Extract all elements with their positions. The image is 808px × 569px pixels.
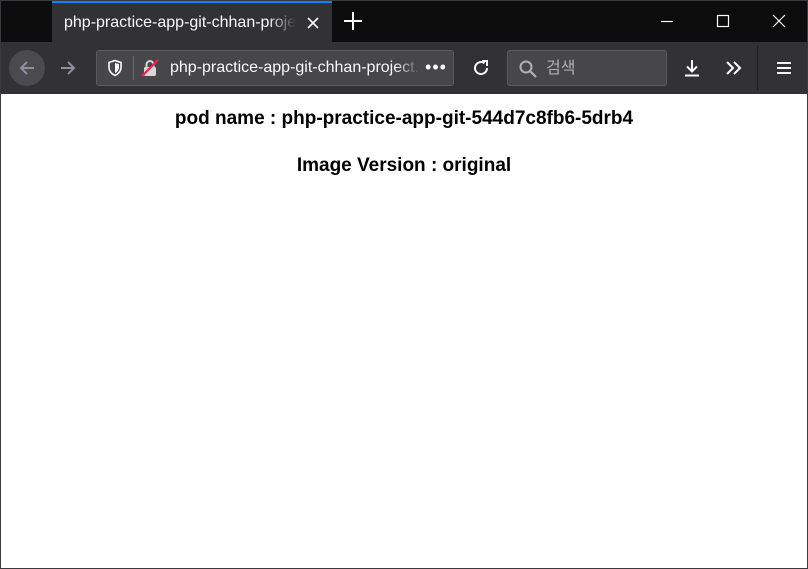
url-text[interactable]: php-practice-app-git-chhan-project.apps.… — [170, 58, 420, 78]
maximize-icon[interactable] — [695, 1, 751, 42]
forward-button[interactable] — [50, 50, 86, 86]
reload-button[interactable] — [463, 50, 499, 86]
reload-icon — [474, 60, 489, 76]
tab-strip: php-practice-app-git-chhan-project.apps.… — [1, 1, 807, 42]
page-content: pod name : php-practice-app-git-544d7c8f… — [1, 94, 807, 568]
active-tab[interactable]: php-practice-app-git-chhan-project.apps.… — [52, 1, 332, 42]
back-button[interactable] — [9, 50, 45, 86]
pod-name-text: pod name : php-practice-app-git-544d7c8f… — [174, 108, 634, 129]
overflow-menu-button[interactable] — [716, 50, 752, 86]
search-icon — [519, 60, 537, 78]
new-tab-plus-icon[interactable] — [342, 10, 364, 32]
hamburger-icon — [777, 62, 791, 74]
shield-icon[interactable] — [106, 59, 124, 77]
download-icon — [685, 60, 699, 77]
browser-window: php-practice-app-git-chhan-project.apps.… — [0, 0, 808, 569]
arrow-right-icon — [61, 61, 76, 75]
tab-close-icon[interactable] — [305, 15, 321, 31]
downloads-button[interactable] — [674, 50, 710, 86]
url-bar-divider — [133, 56, 134, 80]
toolbar-divider — [757, 46, 758, 90]
search-bar[interactable]: 검색 — [507, 50, 667, 86]
url-bar[interactable]: php-practice-app-git-chhan-project.apps.… — [96, 50, 454, 86]
main-menu-button[interactable] — [766, 50, 802, 86]
arrow-left-icon — [19, 61, 34, 75]
image-version-text: Image Version : original — [296, 155, 512, 176]
search-placeholder: 검색 — [546, 60, 576, 77]
close-window-icon[interactable] — [751, 1, 807, 42]
page-actions-ellipsis-icon[interactable]: ••• — [423, 57, 449, 79]
tab-title: php-practice-app-git-chhan-project.apps.… — [64, 14, 296, 31]
insecure-lock-icon[interactable] — [140, 58, 160, 78]
minimize-icon[interactable] — [639, 1, 695, 42]
chevron-double-right-icon — [726, 61, 742, 75]
navigation-toolbar: php-practice-app-git-chhan-project.apps.… — [1, 42, 807, 94]
